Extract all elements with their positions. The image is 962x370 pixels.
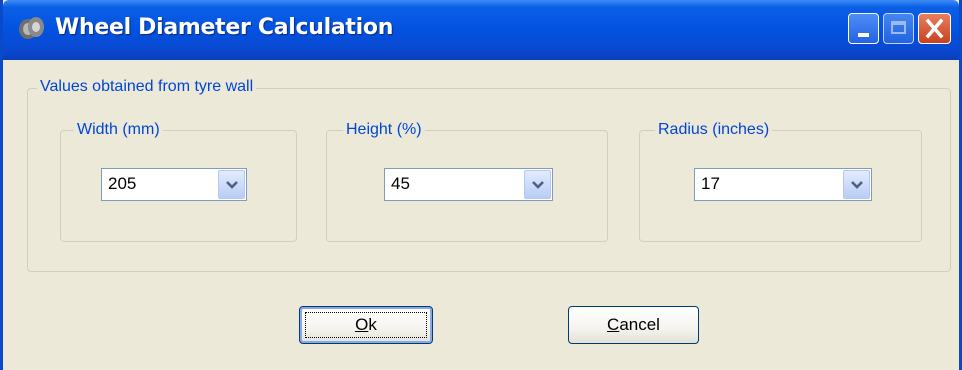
height-legend: Height (%) (343, 120, 425, 140)
height-dropdown-button[interactable] (524, 170, 551, 199)
height-value: 45 (391, 174, 410, 193)
chevron-down-icon (532, 181, 544, 189)
width-legend: Width (mm) (74, 120, 163, 140)
width-value: 205 (108, 174, 137, 193)
radius-dropdown-button[interactable] (843, 170, 870, 199)
tyre-icon (17, 15, 45, 41)
radius-legend: Radius (inches) (655, 120, 773, 140)
maximize-button[interactable] (883, 13, 914, 44)
minimize-icon (858, 33, 869, 37)
height-combobox[interactable]: 45 (384, 168, 553, 201)
dialog-window: Wheel Diameter Calculation Values obtain… (0, 0, 962, 370)
cancel-button-label: Cancel (607, 315, 660, 334)
close-icon (925, 18, 944, 39)
chevron-down-icon (226, 181, 238, 189)
radius-value: 17 (701, 174, 720, 193)
maximize-icon (891, 21, 906, 34)
window-title: Wheel Diameter Calculation (55, 15, 394, 40)
tyre-wall-legend: Values obtained from tyre wall (37, 77, 257, 97)
title-bar[interactable]: Wheel Diameter Calculation (3, 0, 959, 60)
ok-button[interactable]: Ok (299, 306, 433, 344)
ok-button-label: Ok (355, 315, 377, 334)
minimize-button[interactable] (848, 13, 879, 44)
close-button[interactable] (918, 13, 951, 44)
width-dropdown-button[interactable] (218, 170, 245, 199)
radius-combobox[interactable]: 17 (694, 168, 872, 201)
cancel-button[interactable]: Cancel (568, 306, 699, 344)
chevron-down-icon (851, 181, 863, 189)
width-combobox[interactable]: 205 (101, 168, 247, 201)
